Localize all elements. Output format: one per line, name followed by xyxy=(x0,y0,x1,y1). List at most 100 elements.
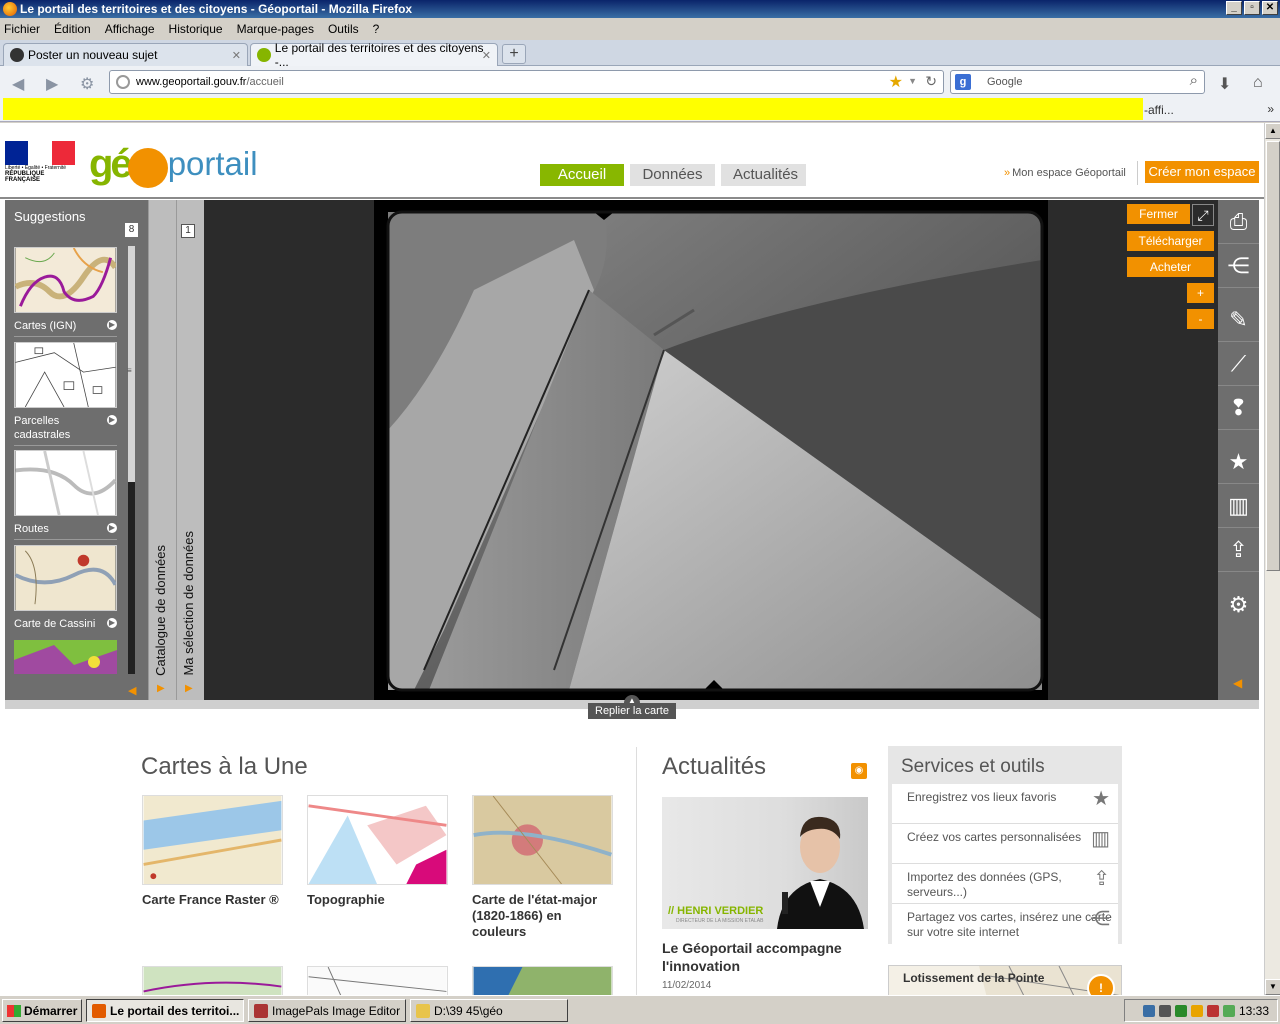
scroll-thumb[interactable] xyxy=(128,482,135,674)
bookmark-star-icon[interactable]: ★ xyxy=(889,72,903,92)
home-icon[interactable]: ⌂ xyxy=(1253,74,1263,92)
geoportail-logo[interactable]: gé portail xyxy=(89,141,258,188)
suggestions-prev-icon[interactable]: ◀ xyxy=(128,684,136,697)
close-tab-icon[interactable]: ✕ xyxy=(482,49,491,62)
search-input[interactable]: g Google ⌕ xyxy=(950,70,1205,94)
menu-marque-pages[interactable]: Marque-pages xyxy=(237,22,314,36)
carte-card[interactable] xyxy=(307,966,448,995)
telecharger-button[interactable]: Télécharger xyxy=(1127,231,1214,251)
menu-help[interactable]: ? xyxy=(373,22,380,36)
news-headline[interactable]: Le Géoportail accompagne l'innovation xyxy=(662,939,872,975)
star-icon[interactable]: ★ xyxy=(1218,440,1259,484)
page-scroll-thumb[interactable] xyxy=(1266,141,1280,571)
tab-geoportail[interactable]: Le portail des territoires et des citoye… xyxy=(250,41,498,69)
aerial-photo[interactable] xyxy=(374,200,1048,700)
alert-icon[interactable]: ❢ xyxy=(1218,386,1259,430)
selection-tab[interactable]: 1 Ma sélection de données ▶ xyxy=(176,200,204,700)
reload-icon[interactable]: ↻ xyxy=(925,73,937,90)
news-image[interactable]: // HENRI VERDIER DIRECTEUR DE LA MISSION… xyxy=(662,797,868,929)
nav-donnees[interactable]: Données xyxy=(630,164,715,186)
carte-card[interactable] xyxy=(142,966,283,995)
maximize-button[interactable]: ▫ xyxy=(1244,1,1260,15)
close-button[interactable]: ✕ xyxy=(1262,1,1278,15)
map-view[interactable] xyxy=(204,200,1218,700)
carte-card[interactable]: Carte de l'état-major (1820-1866) en cou… xyxy=(472,795,613,940)
menu-outils[interactable]: Outils xyxy=(328,22,359,36)
taskbar-imagepals[interactable]: ImagePals Image Editor xyxy=(248,999,406,1022)
google-icon[interactable]: g xyxy=(955,74,971,90)
tab-poster-sujet[interactable]: Poster un nouveau sujet ✕ xyxy=(3,43,248,66)
tray-icon[interactable] xyxy=(1174,1004,1187,1017)
forward-icon[interactable]: ▶ xyxy=(46,74,58,94)
rss-icon[interactable]: ◉ xyxy=(851,763,867,779)
promo-lotissement[interactable]: Lotissement de la Pointe ! xyxy=(888,965,1122,995)
service-import[interactable]: Importez des données (GPS, serveurs...) ⇪ xyxy=(892,864,1118,904)
suggestions-scrollbar[interactable]: ≡ xyxy=(127,246,135,674)
carte-card[interactable]: Carte France Raster ® xyxy=(142,795,283,908)
zoom-in-button[interactable]: + xyxy=(1187,283,1214,303)
minimize-button[interactable]: _ xyxy=(1226,1,1242,15)
taskbar-firefox[interactable]: Le portail des territoi... xyxy=(86,999,244,1022)
menu-edition[interactable]: Édition xyxy=(54,22,91,36)
bookmarks-more-icon[interactable]: » xyxy=(1267,102,1274,116)
tray-icon[interactable] xyxy=(1158,1004,1171,1017)
menu-affichage[interactable]: Affichage xyxy=(105,22,155,36)
fullscreen-icon[interactable]: ⤢ xyxy=(1192,204,1214,226)
carte-card[interactable]: Topographie xyxy=(307,795,448,908)
page-scrollbar[interactable]: ▲ ▼ xyxy=(1264,123,1280,995)
new-tab-button[interactable]: + xyxy=(502,44,526,64)
service-favoris[interactable]: Enregistrez vos lieux favoris ★ xyxy=(892,784,1118,824)
menu-historique[interactable]: Historique xyxy=(169,22,223,36)
scroll-down-icon[interactable]: ▼ xyxy=(1265,979,1280,995)
print-icon[interactable]: ⎙ xyxy=(1218,200,1259,244)
ruler-icon[interactable]: ⟋ xyxy=(1218,342,1259,386)
tray-icon[interactable] xyxy=(1206,1004,1219,1017)
suggestion-cassini[interactable]: Carte de Cassini ▶ xyxy=(14,545,118,631)
replier-carte-button[interactable]: ▲ Replier la carte xyxy=(588,695,676,719)
tray-icon[interactable] xyxy=(1190,1004,1203,1017)
scroll-up-icon[interactable]: ▲ xyxy=(1265,123,1280,139)
clock[interactable]: 13:33 xyxy=(1239,1004,1269,1018)
search-icon[interactable]: ⌕ xyxy=(1190,72,1198,89)
expand-right-icon[interactable]: ▶ xyxy=(185,683,193,694)
menu-fichier[interactable]: Fichier xyxy=(4,22,40,36)
suggestion-parcelles[interactable]: Parcelles cadastrales ▶ xyxy=(14,342,117,446)
suggestion-thumbnail-partial[interactable] xyxy=(14,640,117,674)
map-icon[interactable]: ▥ xyxy=(1218,484,1259,528)
url-dropdown-icon[interactable]: ▼ xyxy=(908,76,917,86)
acheter-button[interactable]: Acheter xyxy=(1127,257,1214,277)
suggestion-cartes-ign[interactable]: Cartes (IGN) ▶ xyxy=(14,247,118,337)
taskbar-folder[interactable]: D:\39 45\géo xyxy=(410,999,568,1022)
download-icon[interactable]: ⬇ xyxy=(1218,74,1231,94)
service-partage[interactable]: Partagez vos cartes, insérez une carte s… xyxy=(892,904,1118,944)
import-icon[interactable]: ⇪ xyxy=(1218,528,1259,572)
nav-actualites[interactable]: Actualités xyxy=(721,164,806,186)
tray-icon[interactable] xyxy=(1222,1004,1235,1017)
catalogue-tab[interactable]: Catalogue de données ▶ xyxy=(148,200,176,700)
start-button[interactable]: Démarrer xyxy=(2,999,82,1022)
service-cartes[interactable]: Créez vos cartes personnalisées ▥ xyxy=(892,824,1118,864)
chevron-right-icon: » xyxy=(1004,167,1011,179)
expand-right-icon[interactable]: ▶ xyxy=(157,683,165,694)
share-icon[interactable]: ⋲ xyxy=(1218,244,1259,288)
chevron-right-icon[interactable]: ▶ xyxy=(107,320,117,330)
chevron-right-icon[interactable]: ▶ xyxy=(107,523,117,533)
suggestion-routes[interactable]: Routes ▶ xyxy=(14,450,117,540)
identity-icon[interactable]: ⚙ xyxy=(80,74,94,94)
mon-espace-link[interactable]: » Mon espace Géoportail xyxy=(1004,167,1126,179)
tools-collapse-icon[interactable]: ◀ xyxy=(1233,676,1242,690)
chevron-right-icon[interactable]: ▶ xyxy=(107,618,117,628)
pencil-icon[interactable]: ✎ xyxy=(1218,298,1259,342)
back-icon[interactable]: ◀ xyxy=(12,74,24,94)
creer-espace-button[interactable]: Créer mon espace xyxy=(1145,161,1259,183)
address-bar[interactable]: www.geoportail.gouv.fr/accueil ★ ▼ ↻ xyxy=(109,70,944,94)
chevron-right-icon[interactable]: ▶ xyxy=(107,415,117,425)
gear-icon[interactable]: ⚙ xyxy=(1218,583,1259,627)
close-tab-icon[interactable]: ✕ xyxy=(232,49,241,62)
carte-card[interactable] xyxy=(472,966,613,995)
nav-accueil[interactable]: Accueil xyxy=(540,164,624,186)
zoom-out-button[interactable]: - xyxy=(1187,309,1214,329)
bookmark-item[interactable]: -affi... xyxy=(1144,103,1174,117)
fermer-button[interactable]: Fermer xyxy=(1127,204,1190,224)
tray-icon[interactable] xyxy=(1142,1004,1155,1017)
